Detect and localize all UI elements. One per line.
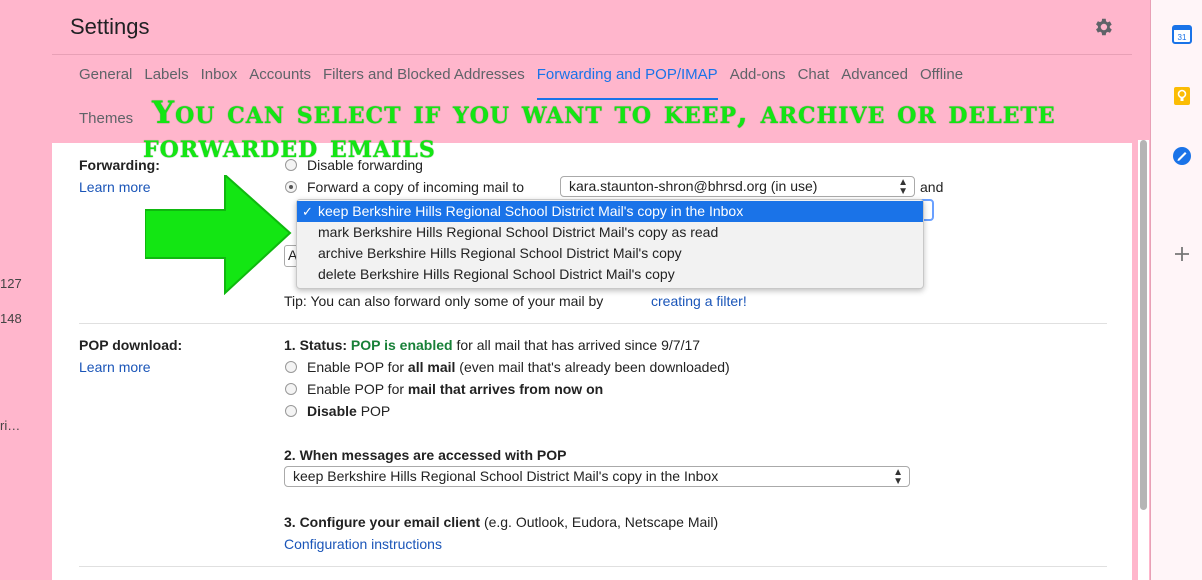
configure-client-line: 3. Configure your email client (e.g. Out… <box>284 514 719 530</box>
tab-chat[interactable]: Chat <box>798 66 830 90</box>
select-arrows-icon: ▲▼ <box>893 467 903 487</box>
tab-advanced[interactable]: Advanced <box>841 66 908 90</box>
calendar-icon[interactable]: 31 <box>1172 24 1192 44</box>
dropdown-option-mark-read[interactable]: mark Berkshire Hills Regional School Dis… <box>297 222 923 243</box>
pop-status-suffix: for all mail that has arrived since 9/7/… <box>456 337 701 353</box>
tab-themes[interactable]: Themes <box>79 110 133 127</box>
pop-learn-more-link[interactable]: Learn more <box>79 359 151 375</box>
pop-from-now-label: Enable POP for mail that arrives from no… <box>307 381 604 397</box>
configuration-instructions-link[interactable]: Configuration instructions <box>284 536 442 552</box>
tip-text: Tip: You can also forward only some of y… <box>284 293 604 309</box>
section-divider <box>79 323 1107 324</box>
pop-disable-label: Disable POP <box>307 403 391 419</box>
pop-from-now-radio[interactable] <box>285 383 297 395</box>
tasks-icon[interactable] <box>1172 146 1192 166</box>
pop-status-prefix: 1. Status: <box>284 337 348 353</box>
forward-action-dropdown: ✓ keep Berkshire Hills Regional School D… <box>296 199 924 289</box>
and-text: and <box>920 179 944 195</box>
forward-address-value: kara.staunton-shron@bhrsd.org (in use) <box>569 178 818 194</box>
annotation-line-1: You can select if you want to keep, arch… <box>152 95 1056 131</box>
dropdown-option-keep[interactable]: ✓ keep Berkshire Hills Regional School D… <box>297 201 923 222</box>
pop-status-value: POP is enabled <box>350 337 453 353</box>
scrollbar-thumb[interactable] <box>1140 140 1147 510</box>
section-divider-2 <box>79 566 1107 567</box>
pop-access-title: 2. When messages are accessed with POP <box>284 447 567 463</box>
page-title: Settings <box>70 14 150 39</box>
tab-inbox[interactable]: Inbox <box>201 66 238 90</box>
tab-labels[interactable]: Labels <box>144 66 188 90</box>
dropdown-option-archive[interactable]: archive Berkshire Hills Regional School … <box>297 243 923 264</box>
forward-address-select[interactable]: kara.staunton-shron@bhrsd.org (in use) ▲… <box>560 176 915 197</box>
calendar-day: 31 <box>1178 33 1187 42</box>
annotation-line-2: forwarded emails <box>143 129 436 165</box>
tab-addons[interactable]: Add-ons <box>730 66 786 90</box>
green-arrow-icon <box>145 175 292 295</box>
keep-icon[interactable] <box>1172 86 1192 106</box>
forwarding-learn-more-link[interactable]: Learn more <box>79 179 151 195</box>
tab-accounts[interactable]: Accounts <box>249 66 311 90</box>
pop-all-mail-radio[interactable] <box>285 361 297 373</box>
pop-download-label: POP download: <box>79 337 183 353</box>
left-count-2: 148 <box>0 311 22 326</box>
pop-disable-radio[interactable] <box>285 405 297 417</box>
left-truncated-label: ri… <box>0 418 21 433</box>
tab-general[interactable]: General <box>79 66 132 90</box>
tab-offline[interactable]: Offline <box>920 66 963 90</box>
forward-copy-label: Forward a copy of incoming mail to <box>307 179 525 195</box>
left-count-1: 127 <box>0 276 22 291</box>
content-scrollbar[interactable] <box>1138 140 1149 580</box>
gear-icon[interactable] <box>1092 16 1114 38</box>
checkmark-icon: ✓ <box>302 204 313 219</box>
dropdown-option-delete[interactable]: delete Berkshire Hills Regional School D… <box>297 264 923 285</box>
tab-filters[interactable]: Filters and Blocked Addresses <box>323 66 525 90</box>
select-arrows-icon: ▲▼ <box>898 177 908 197</box>
pop-access-select[interactable]: keep Berkshire Hills Regional School Dis… <box>284 466 910 487</box>
pop-status-line: 1. Status: POP is enabled for all mail t… <box>284 337 700 353</box>
title-divider <box>52 54 1132 55</box>
left-partial-list: 127 148 ri… <box>0 0 52 580</box>
side-panel: 31 <box>1150 0 1202 580</box>
pop-all-mail-label: Enable POP for all mail (even mail that'… <box>307 359 730 375</box>
creating-filter-link[interactable]: creating a filter! <box>651 293 747 309</box>
add-icon[interactable] <box>1172 244 1192 264</box>
